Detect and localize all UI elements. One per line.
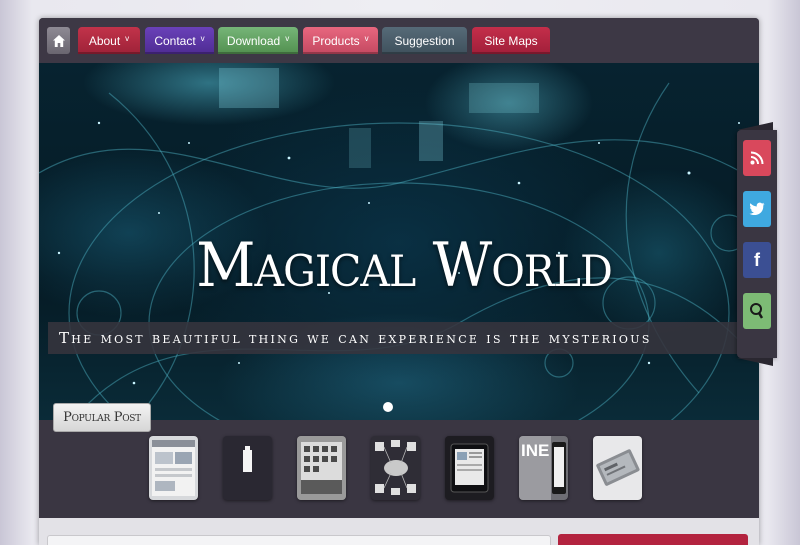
social-sidebar: f bbox=[737, 122, 777, 366]
home-button[interactable] bbox=[47, 27, 70, 54]
facebook-icon: f bbox=[754, 249, 760, 270]
sidebar-panel-header bbox=[558, 534, 748, 545]
popular-post-thumbnail-2[interactable] bbox=[223, 436, 272, 500]
nav-about-label: About bbox=[88, 33, 121, 48]
site-tagline: The most beautiful thing we can experien… bbox=[48, 322, 738, 354]
chevron-down-icon: v bbox=[364, 34, 369, 43]
popular-post-thumbnail-6[interactable]: INE bbox=[519, 436, 568, 500]
popular-post-thumbnail-1[interactable] bbox=[149, 436, 198, 500]
nav-suggestion-button[interactable]: Suggestion bbox=[382, 27, 467, 54]
facebook-button[interactable]: f bbox=[743, 242, 771, 278]
nav-site-maps-button[interactable]: Site Maps bbox=[472, 27, 550, 54]
popular-post-thumbnail-7[interactable] bbox=[593, 436, 642, 500]
twitter-icon bbox=[749, 202, 765, 216]
popular-post-thumbnail-5[interactable] bbox=[445, 436, 494, 500]
content-panel bbox=[47, 535, 551, 545]
site-title[interactable]: Magical World bbox=[189, 229, 619, 300]
nav-suggestion-label: Suggestion bbox=[394, 33, 455, 48]
popular-post-thumbnails: INE bbox=[39, 420, 759, 518]
twitter-button[interactable] bbox=[743, 191, 771, 227]
nav-download-label: Download bbox=[226, 33, 281, 48]
thumbnail-6-text: INE bbox=[521, 441, 549, 460]
hero-banner: Magical World The most beautiful thing w… bbox=[39, 63, 759, 420]
nav-products-button[interactable]: Products v bbox=[303, 27, 378, 54]
nav-contact-button[interactable]: Contact v bbox=[145, 27, 214, 54]
chevron-down-icon: v bbox=[200, 34, 205, 43]
nav-site-maps-label: Site Maps bbox=[484, 33, 538, 48]
search-icon bbox=[750, 303, 764, 319]
nav-contact-label: Contact bbox=[154, 33, 196, 48]
nav-download-button[interactable]: Download v bbox=[218, 27, 298, 54]
search-button[interactable] bbox=[743, 293, 771, 329]
home-icon bbox=[52, 34, 65, 47]
page-container: About v Contact v Download v Products v … bbox=[39, 18, 759, 545]
main-content-area bbox=[39, 518, 759, 545]
chevron-down-icon: v bbox=[285, 34, 290, 43]
popular-post-thumbnail-4[interactable] bbox=[371, 436, 420, 500]
chevron-down-icon: v bbox=[125, 34, 130, 43]
rss-button[interactable] bbox=[743, 140, 771, 176]
rss-icon bbox=[750, 151, 764, 165]
nav-about-button[interactable]: About v bbox=[78, 27, 140, 54]
popular-post-thumbnail-3[interactable] bbox=[297, 436, 346, 500]
top-navigation: About v Contact v Download v Products v … bbox=[39, 18, 759, 63]
nav-products-label: Products bbox=[312, 33, 360, 48]
